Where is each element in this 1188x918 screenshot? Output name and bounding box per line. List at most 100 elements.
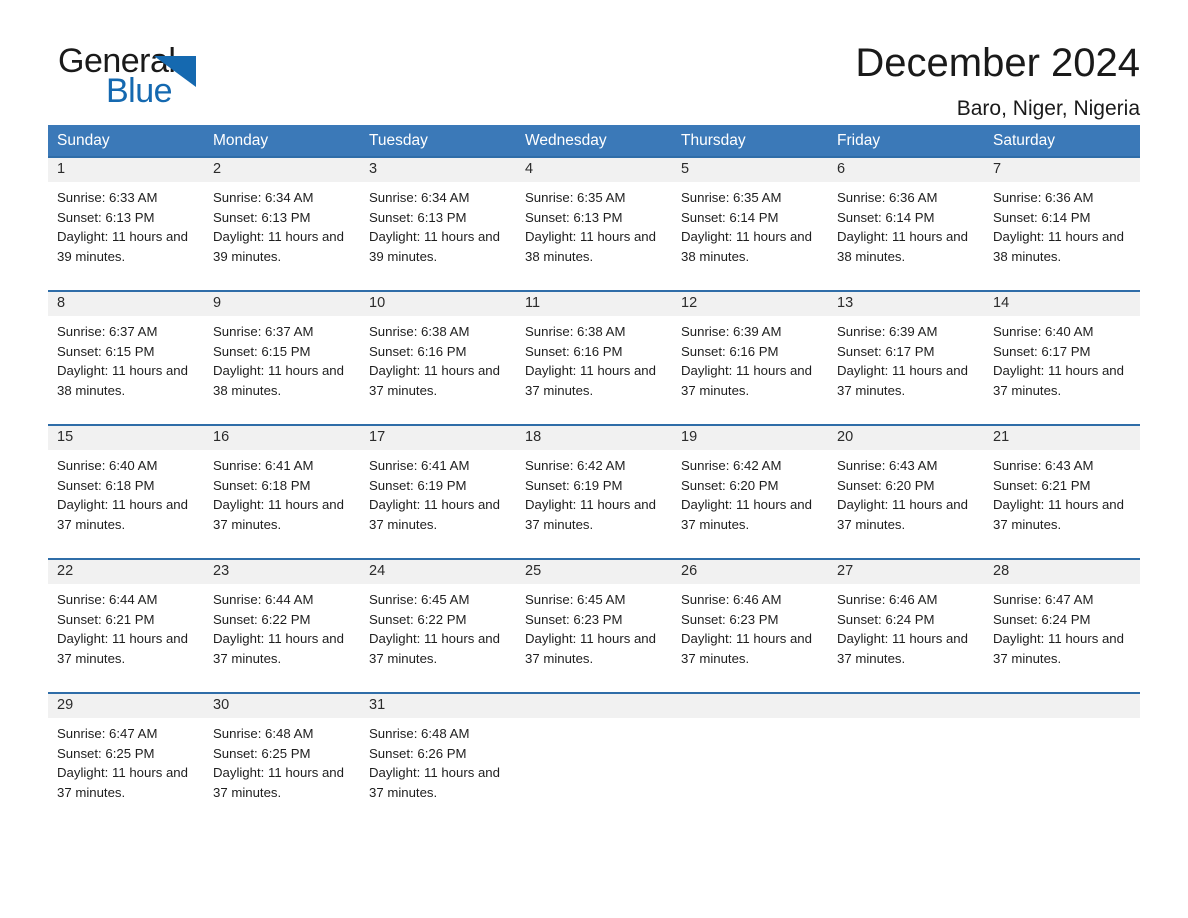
weekday-header-wednesday: Wednesday bbox=[525, 131, 607, 149]
day-cell[interactable]: 22 Sunrise: 6:44 AM Sunset: 6:21 PM Dayl… bbox=[48, 560, 204, 692]
day-info: Sunrise: 6:34 AM Sunset: 6:13 PM Dayligh… bbox=[204, 182, 360, 266]
daylight-line: Daylight: 11 hours and 38 minutes. bbox=[993, 229, 1124, 264]
day-cell[interactable]: 21 Sunrise: 6:43 AM Sunset: 6:21 PM Dayl… bbox=[984, 426, 1140, 558]
sunrise-line: Sunrise: 6:45 AM bbox=[369, 592, 470, 607]
week-row: 29 Sunrise: 6:47 AM Sunset: 6:25 PM Dayl… bbox=[48, 692, 1140, 826]
day-cell[interactable]: 6 Sunrise: 6:36 AM Sunset: 6:14 PM Dayli… bbox=[828, 158, 984, 290]
daylight-line: Daylight: 11 hours and 38 minutes. bbox=[837, 229, 968, 264]
day-cell[interactable]: 8 Sunrise: 6:37 AM Sunset: 6:15 PM Dayli… bbox=[48, 292, 204, 424]
day-cell[interactable]: 3 Sunrise: 6:34 AM Sunset: 6:13 PM Dayli… bbox=[360, 158, 516, 290]
day-cell[interactable]: 16 Sunrise: 6:41 AM Sunset: 6:18 PM Dayl… bbox=[204, 426, 360, 558]
daylight-line: Daylight: 11 hours and 37 minutes. bbox=[681, 631, 812, 666]
daylight-line: Daylight: 11 hours and 37 minutes. bbox=[525, 631, 656, 666]
day-cell[interactable]: 5 Sunrise: 6:35 AM Sunset: 6:14 PM Dayli… bbox=[672, 158, 828, 290]
sunset-line: Sunset: 6:14 PM bbox=[681, 209, 779, 225]
sunset-line: Sunset: 6:14 PM bbox=[837, 209, 935, 225]
day-cell[interactable]: 28 Sunrise: 6:47 AM Sunset: 6:24 PM Dayl… bbox=[984, 560, 1140, 692]
day-number: 11 bbox=[516, 292, 672, 316]
day-number: 21 bbox=[984, 426, 1140, 450]
daylight-line: Daylight: 11 hours and 38 minutes. bbox=[57, 363, 188, 398]
day-number: 9 bbox=[204, 292, 360, 316]
day-cell[interactable]: 2 Sunrise: 6:34 AM Sunset: 6:13 PM Dayli… bbox=[204, 158, 360, 290]
sunset-line: Sunset: 6:13 PM bbox=[525, 209, 623, 225]
day-cell[interactable]: 24 Sunrise: 6:45 AM Sunset: 6:22 PM Dayl… bbox=[360, 560, 516, 692]
daylight-line: Daylight: 11 hours and 38 minutes. bbox=[213, 363, 344, 398]
day-cell[interactable]: 1 Sunrise: 6:33 AM Sunset: 6:13 PM Dayli… bbox=[48, 158, 204, 290]
day-info: Sunrise: 6:43 AM Sunset: 6:20 PM Dayligh… bbox=[828, 450, 984, 534]
daylight-line: Daylight: 11 hours and 37 minutes. bbox=[213, 631, 344, 666]
day-cell[interactable]: 23 Sunrise: 6:44 AM Sunset: 6:22 PM Dayl… bbox=[204, 560, 360, 692]
day-info: Sunrise: 6:39 AM Sunset: 6:16 PM Dayligh… bbox=[672, 316, 828, 400]
day-cell[interactable]: 25 Sunrise: 6:45 AM Sunset: 6:23 PM Dayl… bbox=[516, 560, 672, 692]
day-number: 20 bbox=[828, 426, 984, 450]
day-cell[interactable]: 11 Sunrise: 6:38 AM Sunset: 6:16 PM Dayl… bbox=[516, 292, 672, 424]
day-number: 23 bbox=[204, 560, 360, 584]
day-cell[interactable]: 13 Sunrise: 6:39 AM Sunset: 6:17 PM Dayl… bbox=[828, 292, 984, 424]
day-cell[interactable]: 31 Sunrise: 6:48 AM Sunset: 6:26 PM Dayl… bbox=[360, 694, 516, 826]
sunrise-line: Sunrise: 6:37 AM bbox=[213, 324, 314, 339]
day-info: Sunrise: 6:48 AM Sunset: 6:26 PM Dayligh… bbox=[360, 718, 516, 802]
day-cell[interactable]: 7 Sunrise: 6:36 AM Sunset: 6:14 PM Dayli… bbox=[984, 158, 1140, 290]
daylight-line: Daylight: 11 hours and 37 minutes. bbox=[993, 363, 1124, 398]
daylight-line: Daylight: 11 hours and 38 minutes. bbox=[525, 229, 656, 264]
day-info: Sunrise: 6:34 AM Sunset: 6:13 PM Dayligh… bbox=[360, 182, 516, 266]
day-cell[interactable]: 9 Sunrise: 6:37 AM Sunset: 6:15 PM Dayli… bbox=[204, 292, 360, 424]
daylight-line: Daylight: 11 hours and 39 minutes. bbox=[213, 229, 344, 264]
day-number: 5 bbox=[672, 158, 828, 182]
day-cell[interactable]: 19 Sunrise: 6:42 AM Sunset: 6:20 PM Dayl… bbox=[672, 426, 828, 558]
sunrise-line: Sunrise: 6:34 AM bbox=[369, 190, 470, 205]
day-info: Sunrise: 6:48 AM Sunset: 6:25 PM Dayligh… bbox=[204, 718, 360, 802]
day-cell[interactable]: 18 Sunrise: 6:42 AM Sunset: 6:19 PM Dayl… bbox=[516, 426, 672, 558]
calendar-page: General Blue December 2024 Baro, Niger, … bbox=[0, 0, 1188, 918]
day-info: Sunrise: 6:37 AM Sunset: 6:15 PM Dayligh… bbox=[48, 316, 204, 400]
location-subtitle: Baro, Niger, Nigeria bbox=[956, 97, 1140, 120]
day-info: Sunrise: 6:47 AM Sunset: 6:25 PM Dayligh… bbox=[48, 718, 204, 802]
sunset-line: Sunset: 6:15 PM bbox=[213, 343, 311, 359]
day-number: 26 bbox=[672, 560, 828, 584]
day-cell[interactable]: 10 Sunrise: 6:38 AM Sunset: 6:16 PM Dayl… bbox=[360, 292, 516, 424]
daylight-line: Daylight: 11 hours and 37 minutes. bbox=[57, 497, 188, 532]
day-number: 8 bbox=[48, 292, 204, 316]
day-cell[interactable]: 29 Sunrise: 6:47 AM Sunset: 6:25 PM Dayl… bbox=[48, 694, 204, 826]
sunrise-line: Sunrise: 6:38 AM bbox=[525, 324, 626, 339]
day-info: Sunrise: 6:45 AM Sunset: 6:23 PM Dayligh… bbox=[516, 584, 672, 668]
sunrise-line: Sunrise: 6:33 AM bbox=[57, 190, 158, 205]
title-block: December 2024 Baro, Niger, Nigeria bbox=[855, 42, 1140, 121]
day-cell[interactable]: 12 Sunrise: 6:39 AM Sunset: 6:16 PM Dayl… bbox=[672, 292, 828, 424]
day-cell[interactable]: 17 Sunrise: 6:41 AM Sunset: 6:19 PM Dayl… bbox=[360, 426, 516, 558]
day-number: 27 bbox=[828, 560, 984, 584]
logo-text-blue: Blue bbox=[106, 72, 173, 110]
day-number: 17 bbox=[360, 426, 516, 450]
day-number: 7 bbox=[984, 158, 1140, 182]
day-cell[interactable]: 26 Sunrise: 6:46 AM Sunset: 6:23 PM Dayl… bbox=[672, 560, 828, 692]
day-number bbox=[828, 694, 984, 718]
sunrise-line: Sunrise: 6:42 AM bbox=[525, 458, 626, 473]
day-info: Sunrise: 6:35 AM Sunset: 6:14 PM Dayligh… bbox=[672, 182, 828, 266]
day-info: Sunrise: 6:38 AM Sunset: 6:16 PM Dayligh… bbox=[516, 316, 672, 400]
sunrise-line: Sunrise: 6:36 AM bbox=[837, 190, 938, 205]
daylight-line: Daylight: 11 hours and 37 minutes. bbox=[993, 631, 1124, 666]
day-cell[interactable]: 30 Sunrise: 6:48 AM Sunset: 6:25 PM Dayl… bbox=[204, 694, 360, 826]
day-info: Sunrise: 6:44 AM Sunset: 6:21 PM Dayligh… bbox=[48, 584, 204, 668]
day-info: Sunrise: 6:40 AM Sunset: 6:18 PM Dayligh… bbox=[48, 450, 204, 534]
sunrise-line: Sunrise: 6:48 AM bbox=[369, 726, 470, 741]
daylight-line: Daylight: 11 hours and 37 minutes. bbox=[837, 363, 968, 398]
sunrise-line: Sunrise: 6:39 AM bbox=[681, 324, 782, 339]
sunset-line: Sunset: 6:26 PM bbox=[369, 745, 467, 761]
day-number: 25 bbox=[516, 560, 672, 584]
day-cell[interactable]: 14 Sunrise: 6:40 AM Sunset: 6:17 PM Dayl… bbox=[984, 292, 1140, 424]
daylight-line: Daylight: 11 hours and 37 minutes. bbox=[213, 765, 344, 800]
day-cell[interactable]: 15 Sunrise: 6:40 AM Sunset: 6:18 PM Dayl… bbox=[48, 426, 204, 558]
daylight-line: Daylight: 11 hours and 37 minutes. bbox=[837, 497, 968, 532]
day-number: 6 bbox=[828, 158, 984, 182]
daylight-line: Daylight: 11 hours and 37 minutes. bbox=[369, 765, 500, 800]
day-info: Sunrise: 6:36 AM Sunset: 6:14 PM Dayligh… bbox=[984, 182, 1140, 266]
sunset-line: Sunset: 6:20 PM bbox=[681, 477, 779, 493]
daylight-line: Daylight: 11 hours and 37 minutes. bbox=[369, 363, 500, 398]
sunset-line: Sunset: 6:21 PM bbox=[57, 611, 155, 627]
daylight-line: Daylight: 11 hours and 37 minutes. bbox=[57, 765, 188, 800]
day-cell[interactable]: 20 Sunrise: 6:43 AM Sunset: 6:20 PM Dayl… bbox=[828, 426, 984, 558]
day-cell[interactable]: 27 Sunrise: 6:46 AM Sunset: 6:24 PM Dayl… bbox=[828, 560, 984, 692]
day-cell[interactable]: 4 Sunrise: 6:35 AM Sunset: 6:13 PM Dayli… bbox=[516, 158, 672, 290]
day-info: Sunrise: 6:37 AM Sunset: 6:15 PM Dayligh… bbox=[204, 316, 360, 400]
